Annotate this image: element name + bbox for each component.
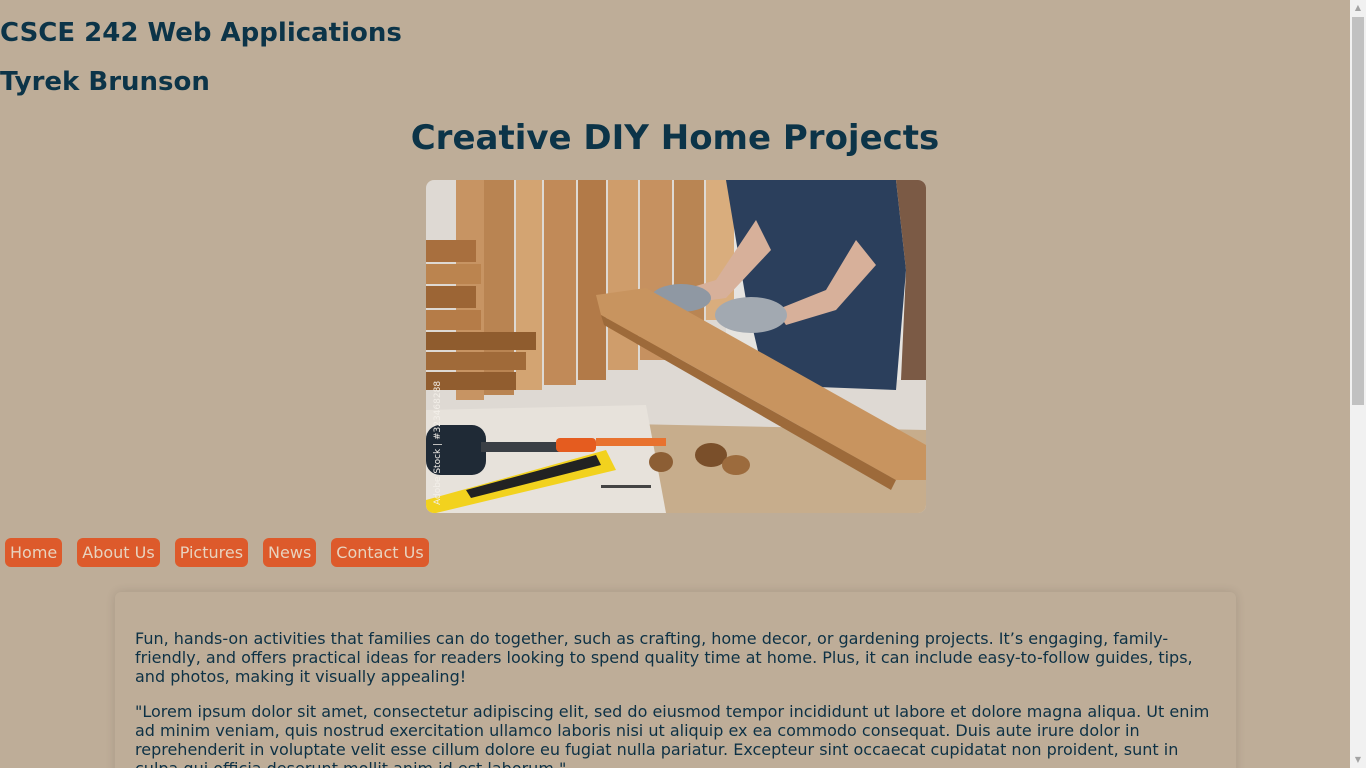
nav-contact-us[interactable]: Contact Us — [331, 538, 429, 567]
scroll-down-arrow-icon[interactable]: ▼ — [1350, 752, 1366, 768]
page-title: Creative DIY Home Projects — [410, 118, 940, 158]
page: CSCE 242 Web Applications Tyrek Brunson … — [0, 0, 1350, 768]
scroll-thumb[interactable] — [1352, 17, 1364, 405]
hero-photo-illustration: Adobe Stock | #323468288 — [426, 180, 926, 513]
nav-pictures[interactable]: Pictures — [174, 538, 249, 567]
scroll-up-arrow-icon[interactable]: ▲ — [1350, 0, 1366, 16]
main-nav: Home About Us Pictures News Contact Us — [5, 538, 429, 567]
hero-image: Adobe Stock | #323468288 — [426, 180, 926, 513]
nav-about-us[interactable]: About Us — [77, 538, 160, 567]
lorem-paragraph: "Lorem ipsum dolor sit amet, consectetur… — [135, 702, 1210, 768]
vertical-scrollbar[interactable]: ▲ ▼ — [1350, 0, 1366, 768]
nav-home[interactable]: Home — [5, 538, 63, 567]
content-card: Fun, hands-on activities that families c… — [115, 592, 1236, 768]
course-title: CSCE 242 Web Applications — [0, 18, 402, 48]
nav-news[interactable]: News — [263, 538, 317, 567]
author-name: Tyrek Brunson — [0, 67, 210, 97]
intro-paragraph: Fun, hands-on activities that families c… — [135, 629, 1193, 686]
hero-watermark: Adobe Stock | #323468288 — [433, 381, 443, 505]
